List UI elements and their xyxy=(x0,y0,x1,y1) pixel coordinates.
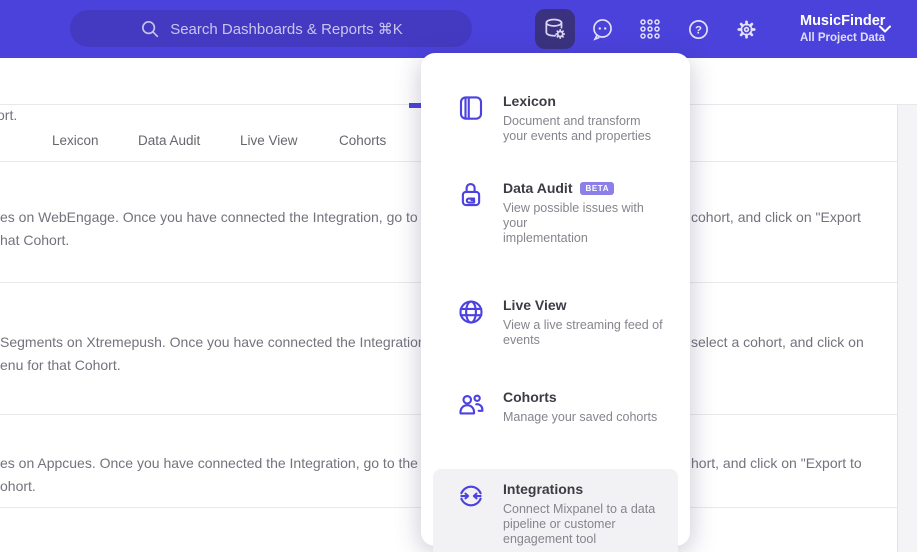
help-icon: ? xyxy=(686,17,711,42)
tab-cohorts[interactable]: Cohorts xyxy=(339,133,386,148)
menu-item-data-audit[interactable]: Data Audit BETA View possible issues wit… xyxy=(433,168,678,258)
app-window: ort. es on WebEngage. Once you have conn… xyxy=(0,0,917,552)
project-scope: All Project Data xyxy=(800,32,885,44)
feedback-icon xyxy=(590,17,615,42)
search-placeholder: Search Dashboards & Reports ⌘K xyxy=(170,20,403,38)
data-management-icon xyxy=(542,16,568,42)
menu-item-text: Live View View a live streaming feed of … xyxy=(503,297,663,348)
menu-item-title: Lexicon xyxy=(503,93,556,109)
chevron-down-icon[interactable] xyxy=(878,24,892,34)
help-button[interactable]: ? xyxy=(678,9,718,49)
feedback-button[interactable] xyxy=(582,9,622,49)
project-switcher[interactable]: MusicFinder All Project Data xyxy=(800,13,885,44)
row-text: cohort, and click on "Export xyxy=(691,209,861,225)
scrollbar-gutter xyxy=(897,105,917,552)
live-view-globe-icon xyxy=(456,297,486,327)
row-text: select a cohort, and click on xyxy=(691,334,864,350)
menu-item-title: Cohorts xyxy=(503,389,557,405)
apps-grid-icon xyxy=(638,17,662,41)
project-name: MusicFinder xyxy=(800,13,886,29)
menu-item-live-view[interactable]: Live View View a live streaming feed of … xyxy=(433,285,678,360)
tab-data-audit[interactable]: Data Audit xyxy=(138,133,200,148)
menu-item-title: Data Audit xyxy=(503,180,573,196)
beta-badge: BETA xyxy=(580,182,615,195)
menu-item-text: Data Audit BETA View possible issues wit… xyxy=(503,180,664,246)
data-management-menu: Lexicon Document and transform your even… xyxy=(421,53,690,552)
tab-live-view[interactable]: Live View xyxy=(240,133,298,148)
gear-icon xyxy=(734,17,759,42)
menu-item-title: Integrations xyxy=(503,481,584,497)
row-text: enu for that Cohort. xyxy=(0,357,121,373)
menu-item-text: Cohorts Manage your saved cohorts xyxy=(503,389,657,425)
menu-item-text: Lexicon Document and transform your even… xyxy=(503,93,651,144)
row-text: hort, and click on "Export to xyxy=(691,455,862,471)
row-text: es on Appcues. Once you have connected t… xyxy=(0,455,434,471)
menu-item-desc: Manage your saved cohorts xyxy=(503,410,658,424)
menu-item-desc: View a live streaming feed of events xyxy=(503,318,663,347)
cohorts-people-icon xyxy=(456,389,486,419)
menu-item-desc: View possible issues with your implement… xyxy=(503,201,644,245)
apps-grid-button[interactable] xyxy=(630,9,670,49)
row-text: Segments on Xtremepush. Once you have co… xyxy=(0,334,430,350)
tab-lexicon[interactable]: Lexicon xyxy=(52,133,99,148)
search-input[interactable]: Search Dashboards & Reports ⌘K xyxy=(70,10,472,47)
svg-text:?: ? xyxy=(695,24,702,36)
integrations-sync-icon xyxy=(456,481,486,511)
search-icon xyxy=(139,18,161,40)
menu-item-cohorts[interactable]: Cohorts Manage your saved cohorts xyxy=(433,377,678,437)
data-audit-icon xyxy=(456,180,486,210)
row-text: ohort. xyxy=(0,478,36,494)
menu-item-text: Integrations Connect Mixpanel to a data … xyxy=(503,481,655,547)
row-text: hat Cohort. xyxy=(0,232,70,248)
data-management-button[interactable] xyxy=(535,9,575,49)
menu-item-integrations[interactable]: Integrations Connect Mixpanel to a data … xyxy=(433,469,678,552)
top-nav-bar: Search Dashboards & Reports ⌘K ? MusicFi… xyxy=(0,0,917,58)
menu-item-desc: Connect Mixpanel to a data pipeline or c… xyxy=(503,502,656,546)
settings-button[interactable] xyxy=(726,9,766,49)
menu-item-title: Live View xyxy=(503,297,567,313)
row-text: ort. xyxy=(0,107,18,123)
lexicon-book-icon xyxy=(456,93,486,123)
row-text: es on WebEngage. Once you have connected… xyxy=(0,209,442,225)
menu-item-desc: Document and transform your events and p… xyxy=(503,114,652,143)
menu-item-lexicon[interactable]: Lexicon Document and transform your even… xyxy=(433,81,678,156)
